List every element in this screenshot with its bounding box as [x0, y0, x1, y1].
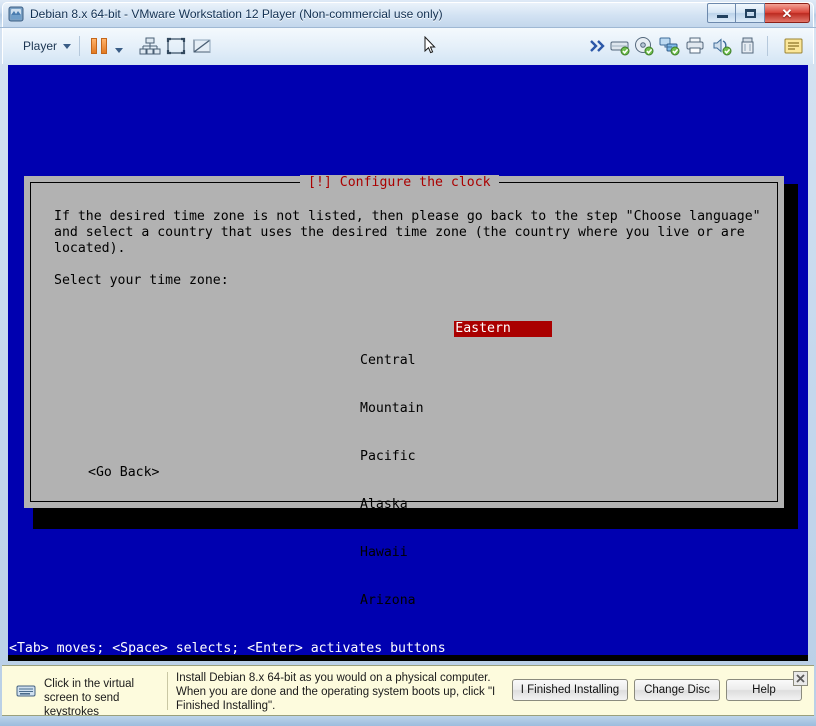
vm-bottom-bar — [8, 655, 808, 661]
toolbar-separator-2 — [767, 36, 768, 56]
toolbar-separator — [79, 36, 80, 56]
cd-dvd-icon[interactable] — [633, 36, 655, 56]
player-menu-label: Player — [23, 39, 58, 53]
i-finished-installing-button[interactable]: I Finished Installing — [512, 679, 628, 701]
timezone-list[interactable]: Eastern Central Mountain Pacific Alaska … — [359, 305, 553, 661]
notification-divider — [167, 672, 168, 710]
minimize-button[interactable] — [707, 3, 736, 23]
maximize-icon — [745, 9, 756, 18]
go-back-button[interactable]: <Go Back> — [88, 465, 159, 481]
maximize-button[interactable] — [736, 3, 765, 23]
close-icon: ✕ — [781, 6, 793, 21]
pause-icon — [91, 38, 97, 54]
dialog-frame: If the desired time zone is not listed, … — [30, 182, 778, 656]
hard-disk-icon[interactable] — [609, 36, 631, 56]
usb-device-icon[interactable] — [737, 36, 759, 56]
timezone-option-arizona[interactable]: Arizona — [359, 593, 552, 609]
vm-toolbar: Player — [2, 28, 814, 64]
timezone-option-mountain[interactable]: Mountain — [359, 401, 552, 417]
timezone-option-eastern[interactable]: Eastern — [454, 321, 553, 337]
help-button[interactable]: Help — [726, 679, 802, 701]
chevron-double-right-icon[interactable] — [587, 36, 609, 56]
printer-icon[interactable] — [685, 36, 707, 56]
window-bottom-edge — [0, 716, 816, 726]
unity-mode-icon[interactable] — [139, 36, 161, 56]
virtual-machine-screen[interactable]: If the desired time zone is not listed, … — [8, 65, 808, 661]
timezone-option-hawaii[interactable]: Hawaii — [359, 545, 552, 561]
configure-clock-dialog: If the desired time zone is not listed, … — [24, 175, 784, 656]
installer-notification-bar: Click in the virtual screen to send keys… — [2, 665, 814, 718]
timezone-option-central[interactable]: Central — [359, 353, 552, 369]
pause-icon-2 — [101, 38, 107, 54]
dialog-paragraph: If the desired time zone is not listed, … — [54, 209, 761, 256]
close-button[interactable]: ✕ — [765, 3, 810, 23]
player-menu-button[interactable]: Player — [17, 34, 77, 58]
sound-card-icon[interactable] — [711, 36, 733, 56]
change-disc-button[interactable]: Change Disc — [634, 679, 720, 701]
keyboard-icon — [16, 682, 38, 700]
mouse-pointer-icon — [424, 35, 436, 55]
pause-dropdown-button[interactable] — [115, 38, 123, 62]
window-title: Debian 8.x 64-bit - VMware Workstation 1… — [30, 7, 443, 21]
chevron-down-icon — [63, 43, 72, 49]
vmware-player-window: Debian 8.x 64-bit - VMware Workstation 1… — [0, 0, 816, 726]
stretch-guest-icon[interactable] — [191, 36, 213, 56]
network-adapter-icon[interactable] — [659, 36, 681, 56]
chevron-down-icon-2 — [115, 47, 123, 53]
message-log-icon[interactable] — [783, 36, 805, 56]
window-controls: ✕ — [707, 3, 810, 24]
notification-message: Install Debian 8.x 64-bit as you would o… — [176, 672, 496, 712]
vmware-icon — [8, 6, 24, 22]
minimize-icon — [717, 15, 728, 18]
fullscreen-icon[interactable] — [165, 36, 187, 56]
pause-button[interactable] — [91, 38, 109, 54]
timezone-option-pacific[interactable]: Pacific — [359, 449, 552, 465]
dialog-body: If the desired time zone is not listed, … — [32, 184, 776, 656]
close-notification-icon[interactable] — [793, 671, 808, 686]
timezone-option-alaska[interactable]: Alaska — [359, 497, 552, 513]
title-bar: Debian 8.x 64-bit - VMware Workstation 1… — [0, 0, 816, 28]
dialog-title: [!] Configure the clock — [300, 175, 499, 191]
select-timezone-prompt: Select your time zone: — [54, 273, 229, 288]
keystroke-hint-text: Click in the virtual screen to send keys… — [44, 678, 135, 718]
